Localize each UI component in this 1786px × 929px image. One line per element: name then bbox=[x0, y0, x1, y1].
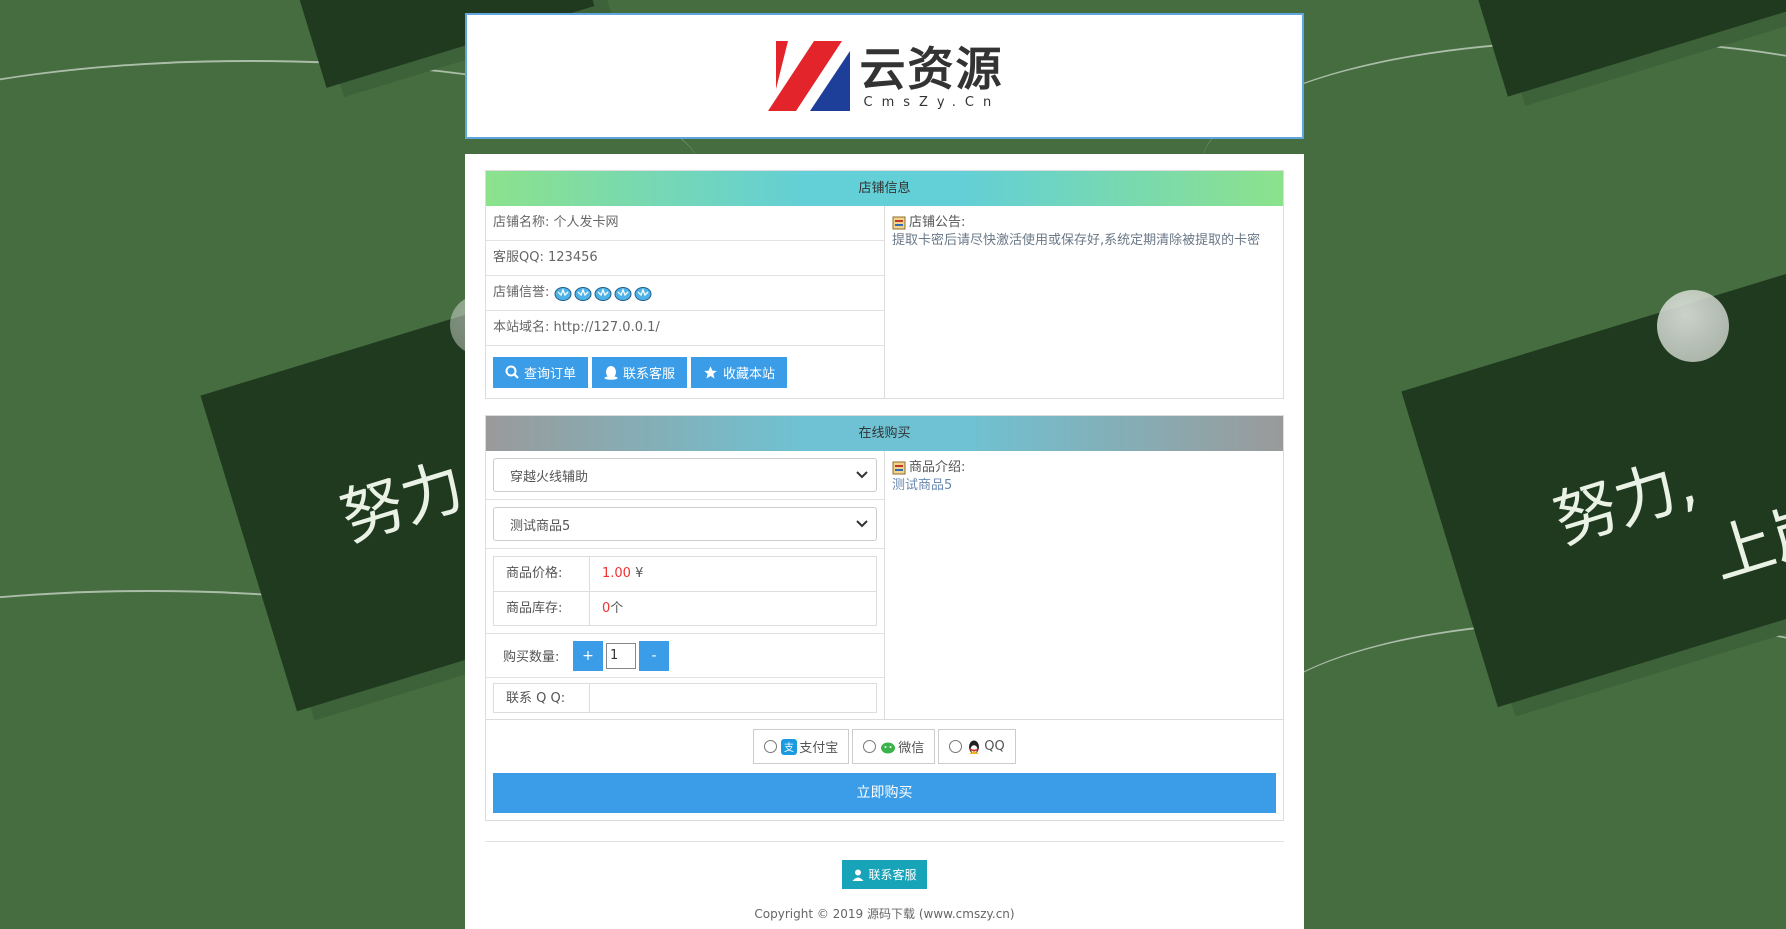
star-icon bbox=[704, 365, 717, 378]
footer-contact-button[interactable]: 联系客服 bbox=[842, 860, 927, 889]
shop-info-panel: 店铺信息 店铺名称: 个人发卡网 客服QQ: 123456 店铺信誉: 本站域名… bbox=[485, 170, 1284, 399]
bookmark-label: 收藏本站 bbox=[723, 366, 776, 382]
alipay-radio[interactable] bbox=[764, 740, 778, 753]
payment-qq-option[interactable]: QQ bbox=[938, 729, 1016, 764]
contact-qq-label: 联系 Q Q: bbox=[494, 684, 590, 712]
price-table: 商品价格: 1.00 ¥ 商品库存: 0个 bbox=[493, 556, 877, 626]
notice-icon bbox=[892, 461, 906, 475]
quantity-plus-button[interactable]: + bbox=[573, 640, 603, 671]
query-order-button[interactable]: 查询订单 bbox=[493, 356, 589, 388]
contact-service-button[interactable]: 联系客服 bbox=[592, 356, 688, 388]
stock-unit: 个 bbox=[610, 601, 624, 616]
crown-icon bbox=[594, 286, 612, 301]
background-ball bbox=[1657, 290, 1729, 362]
payment-methods: 支 支付宝 微信 QQ bbox=[486, 719, 1283, 773]
price-value: 1.00 bbox=[602, 566, 631, 581]
quantity-input[interactable]: 1 bbox=[606, 642, 636, 669]
board-right-text-2: 上岸 bbox=[1703, 486, 1786, 593]
site-logo[interactable]: 云资源 CmsZy.Cn bbox=[766, 41, 1004, 111]
qq-pay-label: QQ bbox=[984, 739, 1005, 754]
logo-banner: 云资源 CmsZy.Cn bbox=[465, 13, 1304, 139]
category-selected: 穿越火线辅助 bbox=[510, 469, 589, 485]
category-select[interactable]: 穿越火线辅助 bbox=[493, 458, 877, 492]
crown-icon bbox=[614, 286, 632, 301]
buy-now-button[interactable]: 立即购买 bbox=[493, 773, 1276, 813]
logo-mark-icon bbox=[767, 41, 850, 111]
logo-chinese-text: 云资源 bbox=[859, 41, 1004, 96]
svg-text:支: 支 bbox=[784, 742, 794, 754]
bookmark-button[interactable]: 收藏本站 bbox=[691, 356, 788, 388]
domain-value: http://127.0.0.1/ bbox=[553, 320, 660, 335]
service-qq-row: 客服QQ: 123456 bbox=[486, 241, 884, 276]
announcement-text: 提取卡密后请尽快激活使用或保存好,系统定期清除被提取的卡密 bbox=[892, 233, 1261, 248]
user-icon bbox=[852, 869, 864, 881]
qq-penguin-icon bbox=[604, 365, 618, 380]
shop-actions: 查询订单 联系客服 收藏本站 bbox=[486, 346, 884, 398]
quantity-row: 购买数量: + 1 - bbox=[486, 634, 884, 678]
reputation-label: 店铺信誉: bbox=[493, 285, 550, 300]
service-qq-label: 客服QQ: bbox=[493, 250, 544, 265]
alipay-icon: 支 bbox=[781, 738, 798, 755]
payment-alipay-option[interactable]: 支 支付宝 bbox=[753, 729, 850, 764]
reputation-crowns bbox=[554, 285, 652, 301]
wechat-icon bbox=[881, 742, 896, 753]
alipay-label: 支付宝 bbox=[799, 741, 839, 756]
logo-english-text: CmsZy.Cn bbox=[863, 94, 1001, 110]
qq-radio[interactable] bbox=[949, 740, 963, 753]
quantity-minus-button[interactable]: - bbox=[639, 640, 669, 671]
main-container: 店铺信息 店铺名称: 个人发卡网 客服QQ: 123456 店铺信誉: 本站域名… bbox=[465, 154, 1304, 929]
quantity-label: 购买数量: bbox=[503, 650, 560, 665]
search-icon bbox=[505, 365, 519, 379]
shop-name-row: 店铺名称: 个人发卡网 bbox=[486, 206, 884, 241]
domain-label: 本站域名: bbox=[493, 320, 550, 335]
domain-row: 本站域名: http://127.0.0.1/ bbox=[486, 311, 884, 346]
crown-icon bbox=[574, 286, 592, 301]
footer-contact-label: 联系客服 bbox=[868, 868, 917, 882]
board-left-text: 努力 bbox=[332, 448, 473, 555]
stock-label: 商品库存: bbox=[494, 592, 590, 625]
footer-divider bbox=[485, 841, 1284, 842]
announcement-title: 店铺公告: bbox=[909, 215, 966, 230]
wechat-label: 微信 bbox=[898, 741, 925, 756]
qq-penguin-icon bbox=[969, 740, 980, 754]
payment-wechat-option[interactable]: 微信 bbox=[852, 729, 936, 764]
shop-name-value: 个人发卡网 bbox=[553, 215, 619, 230]
contact-qq-field: 联系 Q Q: bbox=[493, 683, 877, 713]
online-buy-header: 在线购买 bbox=[486, 416, 1283, 451]
reputation-row: 店铺信誉: bbox=[486, 276, 884, 311]
chevron-down-icon bbox=[856, 520, 868, 528]
product-selected: 测试商品5 bbox=[510, 518, 571, 534]
announcement: 店铺公告: 提取卡密后请尽快激活使用或保存好,系统定期清除被提取的卡密 bbox=[885, 206, 1283, 398]
query-order-label: 查询订单 bbox=[524, 366, 577, 382]
copyright-text: Copyright © 2019 源码下载 (www.cmszy.cn) bbox=[754, 907, 1015, 921]
chevron-down-icon bbox=[856, 471, 868, 479]
shop-name-label: 店铺名称: bbox=[493, 215, 550, 230]
product-intro: 商品介绍: 测试商品5 bbox=[885, 451, 1283, 719]
service-qq-value: 123456 bbox=[548, 250, 598, 265]
crown-icon bbox=[634, 286, 652, 301]
price-unit: ¥ bbox=[635, 566, 644, 581]
online-buy-panel: 在线购买 穿越火线辅助 测试商品5 商品价格: 1.00 ¥ 商品库存: 0个 … bbox=[485, 415, 1284, 821]
board-right-text: 努力, bbox=[1545, 445, 1705, 558]
product-select[interactable]: 测试商品5 bbox=[493, 507, 877, 541]
product-intro-title: 商品介绍: bbox=[909, 460, 966, 475]
shop-info-header: 店铺信息 bbox=[486, 171, 1283, 206]
wechat-radio[interactable] bbox=[863, 740, 877, 753]
product-intro-text: 测试商品5 bbox=[892, 478, 953, 493]
crown-icon bbox=[554, 286, 572, 301]
contact-qq-input[interactable] bbox=[590, 684, 876, 712]
price-label: 商品价格: bbox=[494, 557, 590, 591]
notice-icon bbox=[892, 216, 906, 230]
contact-service-label: 联系客服 bbox=[623, 366, 676, 382]
